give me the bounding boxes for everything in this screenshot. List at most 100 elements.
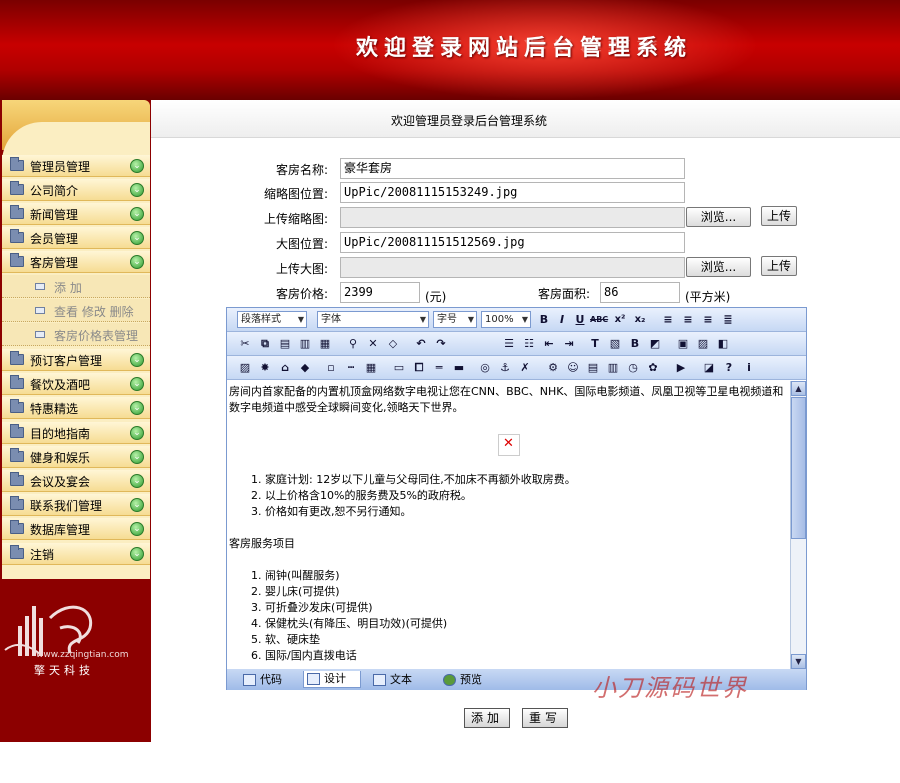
insert-symbol-icon[interactable]: ◆: [297, 359, 313, 376]
copy-icon[interactable]: ⧉: [257, 335, 273, 352]
expand-icon[interactable]: ⌄: [130, 231, 144, 245]
tab-preview[interactable]: 预览: [439, 671, 497, 688]
superscript-icon[interactable]: x²: [612, 311, 628, 328]
expand-icon[interactable]: ⌄: [130, 450, 144, 464]
format-icon[interactable]: ◪: [701, 359, 717, 376]
paste-word-icon[interactable]: ▦: [317, 335, 333, 352]
sidebar-subitem-view-edit-delete[interactable]: 查看 修改 删除: [2, 299, 150, 322]
expand-icon[interactable]: ⌄: [130, 426, 144, 440]
sidebar-item-logout[interactable]: 注销 ⌄: [2, 543, 150, 565]
paste-icon[interactable]: ▤: [277, 335, 293, 352]
room-name-input[interactable]: 豪华套房: [340, 158, 685, 179]
paste-text-icon[interactable]: ▥: [297, 335, 313, 352]
align-center-icon[interactable]: ≡: [680, 311, 696, 328]
tab-design[interactable]: 设计: [303, 671, 361, 688]
insert-page-icon[interactable]: ⚙: [545, 359, 561, 376]
sidebar-item-destinations[interactable]: 目的地指南 ⌄: [2, 422, 150, 444]
sidebar-item-database[interactable]: 数据库管理 ⌄: [2, 518, 150, 540]
fullscreen-icon[interactable]: ▣: [675, 335, 691, 352]
insert-table-icon[interactable]: ▦: [363, 359, 379, 376]
indent-icon[interactable]: ⇥: [561, 335, 577, 352]
underline-icon[interactable]: U: [572, 311, 588, 328]
italic-icon[interactable]: I: [554, 311, 570, 328]
sidebar-item-specials[interactable]: 特惠精选 ⌄: [2, 397, 150, 419]
expand-icon[interactable]: ⌄: [130, 183, 144, 197]
sidebar-item-meetings[interactable]: 会议及宴会 ⌄: [2, 470, 150, 492]
contrast-icon[interactable]: ◩: [647, 335, 663, 352]
insert-emoticon-icon[interactable]: ☺: [565, 359, 581, 376]
browse-big-button[interactable]: 浏览...: [686, 257, 751, 277]
select-all-icon[interactable]: ▨: [695, 335, 711, 352]
expand-icon[interactable]: ⌄: [130, 207, 144, 221]
tab-text[interactable]: 文本: [369, 671, 425, 688]
price-input[interactable]: 2399: [340, 282, 420, 303]
insert-time-icon[interactable]: ◷: [625, 359, 641, 376]
outdent-icon[interactable]: ⇤: [541, 335, 557, 352]
insert-image-icon[interactable]: ▨: [237, 359, 253, 376]
tab-code[interactable]: 代码: [239, 671, 295, 688]
insert-flash-icon[interactable]: ✸: [257, 359, 273, 376]
scroll-down-icon[interactable]: ▼: [791, 654, 806, 669]
unordered-list-icon[interactable]: ☷: [521, 335, 537, 352]
bg-color-icon[interactable]: B: [627, 335, 643, 352]
upload-thumb-file-input[interactable]: [340, 207, 685, 228]
zoom-select[interactable]: 100%: [481, 311, 531, 328]
add-button[interactable]: 添加: [464, 708, 510, 728]
sidebar-subitem-price-table[interactable]: 客房价格表管理: [2, 323, 150, 346]
big-path-input[interactable]: UpPic/20081115151256​9.jpg: [340, 232, 685, 253]
sidebar-item-admin[interactable]: 管理员管理 ⌄: [2, 155, 150, 177]
insert-anchor-icon[interactable]: ⚓: [497, 359, 513, 376]
area-input[interactable]: 86: [600, 282, 680, 303]
insert-media-icon[interactable]: ⌂: [277, 359, 293, 376]
expand-icon[interactable]: ⌄: [130, 498, 144, 512]
cut-icon[interactable]: ✂: [237, 335, 253, 352]
sidebar-subitem-add[interactable]: 添 加: [2, 275, 150, 298]
expand-icon[interactable]: ⌄: [130, 353, 144, 367]
redo-icon[interactable]: ↷: [433, 335, 449, 352]
expand-icon[interactable]: ⌄: [130, 255, 144, 269]
expand-icon[interactable]: ⌄: [130, 474, 144, 488]
reset-button[interactable]: 重写: [522, 708, 568, 728]
sidebar-item-dining[interactable]: 餐饮及酒吧 ⌄: [2, 373, 150, 395]
upload-big-button[interactable]: 上传: [761, 256, 797, 276]
eraser-icon[interactable]: ◇: [385, 335, 401, 352]
insert-special-icon[interactable]: ✿: [645, 359, 661, 376]
expand-icon[interactable]: ⌄: [130, 522, 144, 536]
font-size-select[interactable]: 字号: [433, 311, 477, 328]
insert-link-icon[interactable]: ◎: [477, 359, 493, 376]
sidebar-item-news[interactable]: 新闻管理 ⌄: [2, 203, 150, 225]
expand-icon[interactable]: ⌄: [130, 377, 144, 391]
upload-thumb-button[interactable]: 上传: [761, 206, 797, 226]
copy-format-icon[interactable]: ◧: [715, 335, 731, 352]
insert-form-icon[interactable]: ▭: [391, 359, 407, 376]
browse-thumb-button[interactable]: 浏览...: [686, 207, 751, 227]
align-justify-icon[interactable]: ≣: [720, 311, 736, 328]
find-icon[interactable]: ⚲: [345, 335, 361, 352]
help-icon[interactable]: ?: [721, 359, 737, 376]
save-draft-icon[interactable]: ▶: [673, 359, 689, 376]
insert-date-icon[interactable]: ▥: [605, 359, 621, 376]
remove-link-icon[interactable]: ✗: [517, 359, 533, 376]
highlight-icon[interactable]: ▧: [607, 335, 623, 352]
insert-rule-icon[interactable]: ═: [431, 359, 447, 376]
align-right-icon[interactable]: ≡: [700, 311, 716, 328]
insert-marquee-icon[interactable]: ▬: [451, 359, 467, 376]
sidebar-item-company[interactable]: 公司简介 ⌄: [2, 179, 150, 201]
info-icon[interactable]: i: [741, 359, 757, 376]
upload-big-file-input[interactable]: [340, 257, 685, 278]
font-select[interactable]: 字体: [317, 311, 429, 328]
text-color-icon[interactable]: T: [587, 335, 603, 352]
sidebar-item-members[interactable]: 会员管理 ⌄: [2, 227, 150, 249]
scroll-up-icon[interactable]: ▲: [791, 381, 806, 396]
insert-frame-icon[interactable]: ⧠: [411, 359, 427, 376]
thumb-path-input[interactable]: UpPic/20081115153249.jpg: [340, 182, 685, 203]
bold-icon[interactable]: B: [536, 311, 552, 328]
undo-icon[interactable]: ↶: [413, 335, 429, 352]
sidebar-item-contact[interactable]: 联系我们管理 ⌄: [2, 494, 150, 516]
align-left-icon[interactable]: ≡: [660, 311, 676, 328]
insert-file-icon[interactable]: ▤: [585, 359, 601, 376]
editor-content[interactable]: 房间内首家配备的内置机顶盒网络数字电视让您在CNN、BBC、NHK、国际电影频道…: [227, 381, 791, 669]
paragraph-style-select[interactable]: 段落样式: [237, 311, 307, 328]
delete-icon[interactable]: ✕: [365, 335, 381, 352]
sidebar-item-fitness[interactable]: 健身和娱乐 ⌄: [2, 446, 150, 468]
